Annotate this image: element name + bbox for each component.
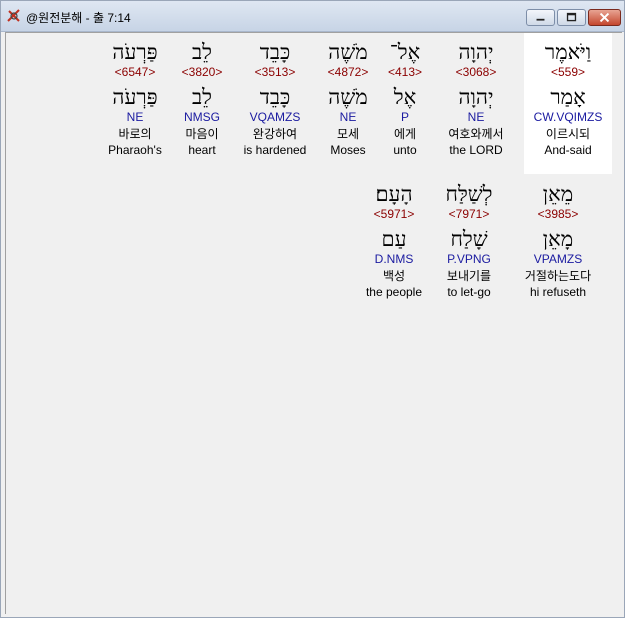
strong-number: <413> [387,65,423,79]
korean-gloss: 모세 [336,127,360,141]
hebrew-root: שָׁלַח [450,227,488,251]
hebrew-root: אָמַר [550,85,586,109]
english-gloss: unto [393,143,417,157]
app-logo-icon [7,9,20,22]
hebrew-root: מֹשֶׁה [328,85,368,109]
word-column[interactable]: מֵאֵן <3985> מָאֵן VPAMZS 거절하는도다 hi refu… [508,175,608,300]
korean-gloss: 에게 [393,127,417,141]
word-column[interactable]: יְהוָה <3068> יְהוָה NE 여호와께서 the LORD [436,33,516,158]
parse-code: NE [467,110,485,124]
english-gloss: hi refuseth [529,285,587,299]
parse-code: NE [339,110,357,124]
english-gloss: the LORD [449,143,503,157]
korean-gloss: 마음이 [185,127,219,141]
strong-number: <6547> [114,65,156,79]
maximize-icon [566,12,577,22]
english-gloss: to let-go [447,285,491,299]
word-column[interactable]: אֶל־ <413> אֶל P 에게 unto [380,33,430,158]
minimize-icon [536,18,545,21]
hebrew-word: פַּרְעֹה [112,40,158,64]
word-column[interactable]: לְשַׁלַּח <7971> שָׁלַח P.VPNG 보내기를 to l… [436,175,502,300]
hebrew-root: יְהוָה [458,85,494,109]
maximize-button[interactable] [557,9,586,26]
parse-code: NE [126,110,144,124]
hebrew-root: עַם [381,227,407,251]
word-column[interactable]: הָעָם׃ <5971> עַם D.NMS 백성 the people [360,175,428,300]
hebrew-root: מָאֵן [542,227,574,251]
analysis-pane[interactable]: וַיֹּאמֶר <559> אָמַר CW.VQIMZS 이르시되 And… [5,32,622,614]
strong-number: <3513> [254,65,296,79]
english-gloss: Moses [330,143,366,157]
korean-gloss: 여호와께서 [448,127,504,141]
english-gloss: the people [365,285,423,299]
strong-number: <3820> [181,65,223,79]
hebrew-word: מֹשֶׁה [328,40,368,64]
hebrew-word: אֶל־ [389,40,421,64]
hebrew-root: פַּרְעֹה [112,85,158,109]
strong-number: <5971> [373,207,415,221]
hebrew-word: לְשַׁלַּח [445,182,493,206]
hebrew-word: כָּבֵד [259,40,291,64]
english-gloss: is hardened [243,143,307,157]
hebrew-word: לֵב [192,40,212,64]
english-gloss: heart [188,143,216,157]
strong-number: <3985> [537,207,579,221]
title-bar[interactable]: @원전분해 - 출 7:14 [1,1,624,32]
window-title: @원전분해 - 출 7:14 [26,11,131,25]
korean-gloss: 이르시되 [545,127,591,141]
word-column[interactable]: וַיֹּאמֶר <559> אָמַר CW.VQIMZS 이르시되 And… [524,33,612,174]
parse-code: CW.VQIMZS [533,110,603,124]
korean-gloss: 보내기를 [446,269,492,283]
minimize-button[interactable] [526,9,555,26]
hebrew-word: יְהוָה [458,40,494,64]
hebrew-root: כָּבֵד [259,85,291,109]
hebrew-word: וַיֹּאמֶר [544,40,592,64]
korean-gloss: 거절하는도다 [524,269,592,283]
english-gloss: Pharaoh's [108,143,162,157]
parse-code: P [400,110,409,124]
strong-number: <4872> [327,65,369,79]
parse-code: D.NMS [374,252,414,266]
hebrew-root: אֶל [393,85,417,109]
app-window: @원전분해 - 출 7:14 וַיֹּאמֶר <559> אָמַר CW.… [0,0,625,618]
word-column[interactable]: כָּבֵד <3513> כָּבֵד VQAMZS 완강하여 is hard… [236,33,314,158]
word-column[interactable]: מֹשֶׁה <4872> מֹשֶׁה NE 모세 Moses [320,33,376,158]
strong-number: <7971> [448,207,490,221]
korean-gloss: 백성 [382,269,406,283]
close-button[interactable] [588,9,621,26]
parse-code: P.VPNG [447,252,491,266]
english-gloss: And-said [544,143,592,157]
korean-gloss: 완강하여 [252,127,298,141]
hebrew-root: לֵב [192,85,212,109]
hebrew-word: מֵאֵן [542,182,574,206]
word-column[interactable]: פַּרְעֹה <6547> פַּרְעֹה NE 바로의 Pharaoh'… [102,33,168,158]
strong-number: <3068> [455,65,497,79]
korean-gloss: 바로의 [118,127,152,141]
parse-code: VQAMZS [249,110,301,124]
parse-code: NMSG [184,110,220,124]
hebrew-word: הָעָם׃ [375,182,413,206]
close-icon [599,12,610,23]
parse-code: VPAMZS [533,252,583,266]
strong-number: <559> [550,65,586,79]
word-column[interactable]: לֵב <3820> לֵב NMSG 마음이 heart [174,33,230,158]
